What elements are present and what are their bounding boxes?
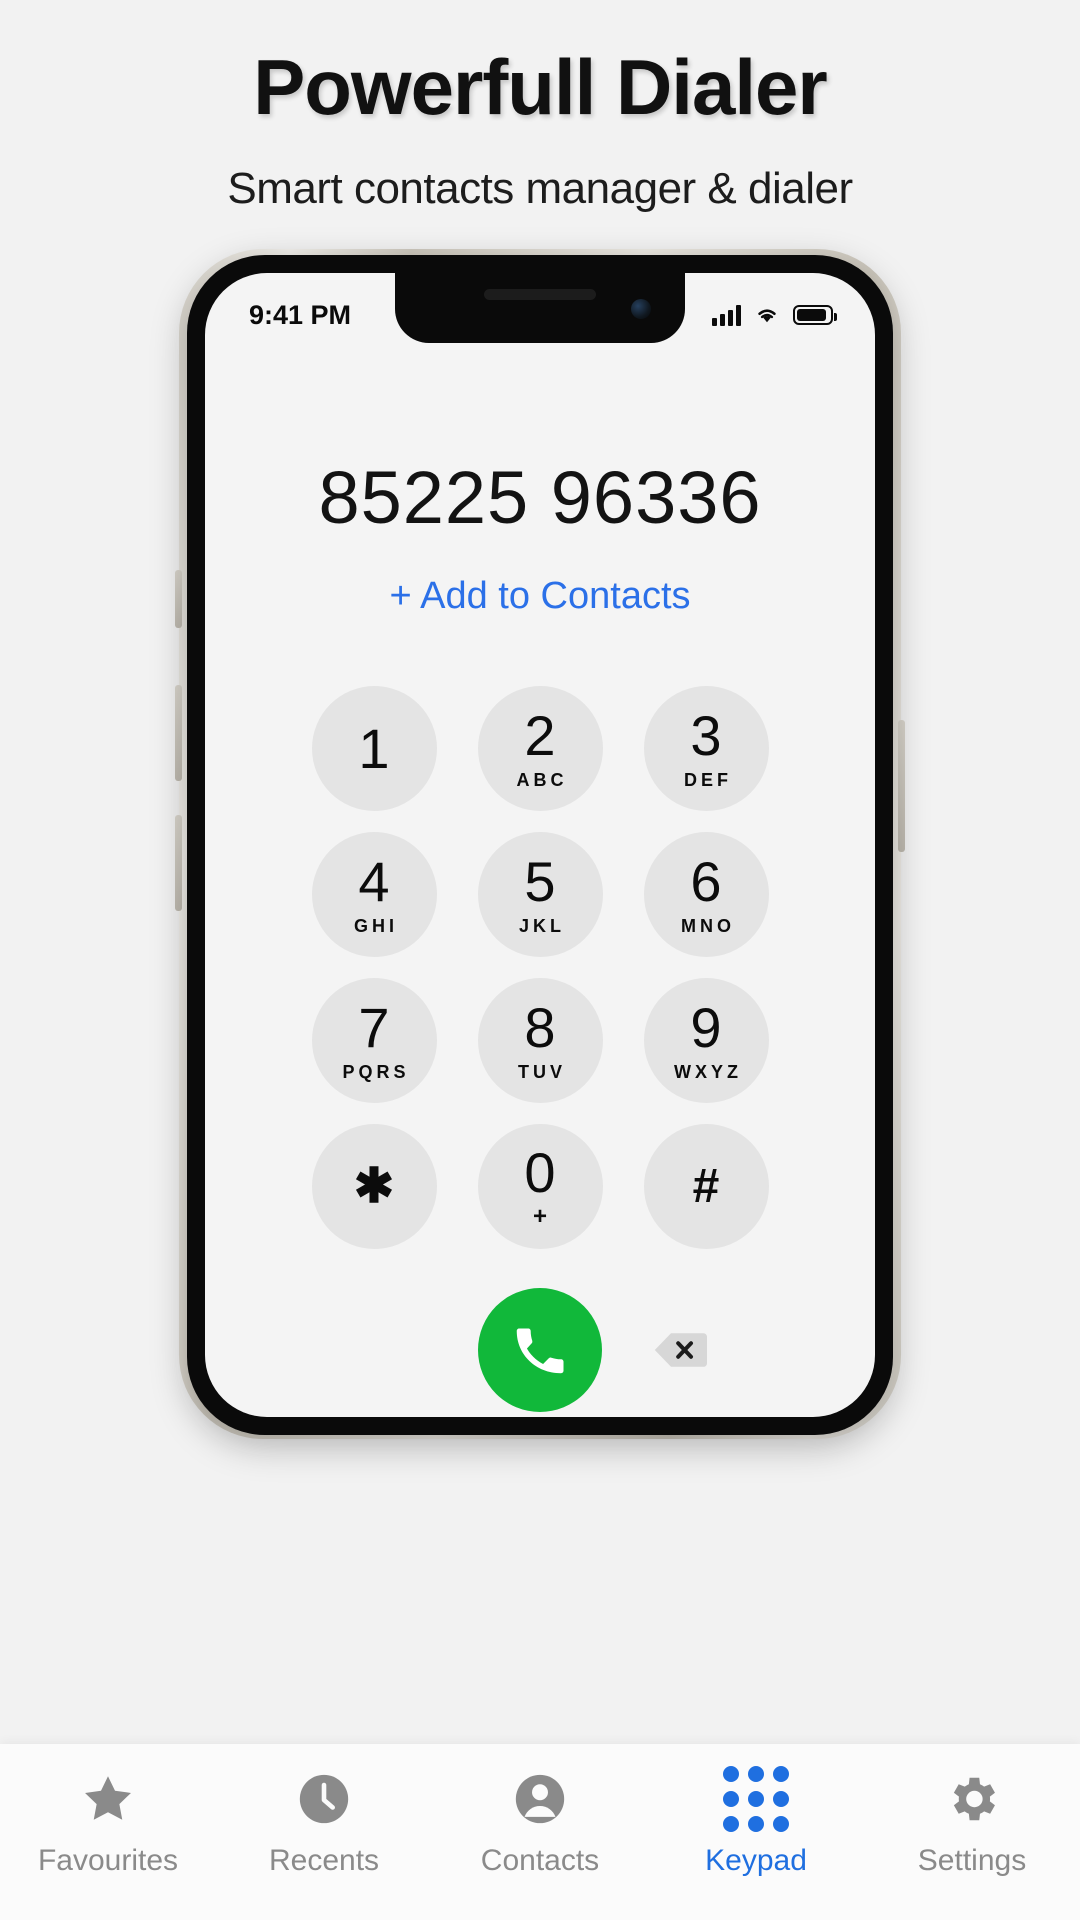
page-header: Powerfull Dialer Smart contacts manager … bbox=[0, 0, 1080, 214]
tab-label: Keypad bbox=[705, 1844, 807, 1877]
key-letters: PQRS bbox=[342, 1062, 410, 1082]
bottom-tab-bar: Favourites Recents Contacts Keypad Setti… bbox=[0, 1744, 1080, 1920]
tab-label: Favourites bbox=[37, 1844, 179, 1877]
dialpad-key-5[interactable]: 5 JKL bbox=[477, 832, 603, 957]
wifi-icon bbox=[758, 309, 776, 323]
tab-label: Recents bbox=[268, 1844, 380, 1877]
silent-switch bbox=[175, 570, 182, 628]
phone-screen: 9:41 PM 85225 96336 + Add to Contacts 1 bbox=[205, 273, 875, 1417]
volume-down-button bbox=[175, 815, 182, 911]
tab-label: Contacts bbox=[480, 1844, 600, 1877]
phone-mockup: 9:41 PM 85225 96336 + Add to Contacts 1 bbox=[175, 249, 905, 1439]
tab-label: Settings bbox=[917, 1844, 1027, 1877]
key-letters: TUV bbox=[518, 1062, 566, 1082]
key-letters: JKL bbox=[518, 916, 565, 936]
dialpad-key-3[interactable]: 3 DEF bbox=[643, 686, 769, 811]
status-time: 9:41 PM bbox=[249, 299, 352, 330]
tab-keypad[interactable]: Keypad bbox=[656, 1766, 856, 1878]
tab-favourites[interactable]: Favourites bbox=[8, 1768, 208, 1878]
key-digit: ✱ bbox=[353, 1159, 395, 1213]
dialpad-key-8[interactable]: 8 TUV bbox=[477, 978, 603, 1103]
dialpad-key-6[interactable]: 6 MNO bbox=[643, 832, 769, 957]
gear-icon bbox=[943, 1768, 1001, 1830]
key-digit: 0 bbox=[524, 1140, 556, 1204]
status-icons bbox=[712, 304, 837, 326]
status-bar: 9:41 PM bbox=[205, 273, 875, 343]
dialed-number-display[interactable]: 85225 96336 bbox=[318, 461, 761, 535]
dialpad-key-0[interactable]: 0 + bbox=[477, 1124, 603, 1249]
delete-backspace-button[interactable] bbox=[650, 1327, 712, 1373]
person-icon bbox=[511, 1768, 569, 1830]
dialer-action-row bbox=[205, 1288, 875, 1412]
key-digit: 3 bbox=[690, 704, 722, 767]
key-digit: 5 bbox=[524, 850, 556, 913]
key-digit: 2 bbox=[524, 704, 556, 767]
star-icon bbox=[79, 1768, 137, 1830]
keypad-dots-icon bbox=[723, 1766, 789, 1832]
key-digit: 7 bbox=[358, 996, 390, 1059]
battery-icon bbox=[793, 305, 837, 325]
key-digit: 4 bbox=[358, 850, 390, 913]
add-to-contacts-link[interactable]: + Add to Contacts bbox=[389, 575, 690, 618]
key-letters: WXYZ bbox=[674, 1062, 742, 1082]
volume-up-button bbox=[175, 685, 182, 781]
key-digit: 6 bbox=[690, 850, 722, 913]
key-digit: 9 bbox=[690, 996, 722, 1059]
key-letters: DEF bbox=[684, 770, 732, 790]
dialer-screen: 85225 96336 + Add to Contacts 1 2 ABC 3 … bbox=[205, 343, 875, 1417]
key-digit: 1 bbox=[358, 716, 390, 780]
tab-contacts[interactable]: Contacts bbox=[440, 1768, 640, 1878]
phone-handset-icon bbox=[516, 1328, 564, 1374]
power-button bbox=[898, 720, 905, 852]
dialpad-key-1[interactable]: 1 bbox=[311, 686, 437, 811]
key-digit: 8 bbox=[524, 996, 556, 1059]
page-title: Powerfull Dialer bbox=[253, 43, 828, 131]
dialpad-key-7[interactable]: 7 PQRS bbox=[311, 978, 437, 1103]
dialpad-key-star[interactable]: ✱ bbox=[311, 1124, 437, 1249]
dialpad-key-2[interactable]: 2 ABC bbox=[477, 686, 603, 811]
dialpad-key-9[interactable]: 9 WXYZ bbox=[643, 978, 769, 1103]
key-letters: GHI bbox=[353, 916, 398, 936]
key-letters: MNO bbox=[681, 916, 735, 936]
tab-settings[interactable]: Settings bbox=[872, 1768, 1072, 1878]
dialpad-key-hash[interactable]: # bbox=[643, 1124, 769, 1249]
page-subtitle: Smart contacts manager & dialer bbox=[227, 164, 853, 213]
call-button[interactable] bbox=[478, 1288, 602, 1412]
tab-recents[interactable]: Recents bbox=[224, 1768, 424, 1878]
key-letters: ABC bbox=[516, 770, 568, 790]
dialpad-key-4[interactable]: 4 GHI bbox=[311, 832, 437, 957]
clock-icon bbox=[295, 1768, 353, 1830]
cellular-signal-icon bbox=[712, 304, 741, 326]
dialpad-grid: 1 2 ABC 3 DEF 4 GHI 5 JKL 6 MNO 7 PQRS 8… bbox=[291, 686, 789, 1270]
key-digit: # bbox=[692, 1159, 720, 1213]
backspace-icon bbox=[654, 1333, 707, 1367]
key-letters: + bbox=[532, 1202, 547, 1230]
